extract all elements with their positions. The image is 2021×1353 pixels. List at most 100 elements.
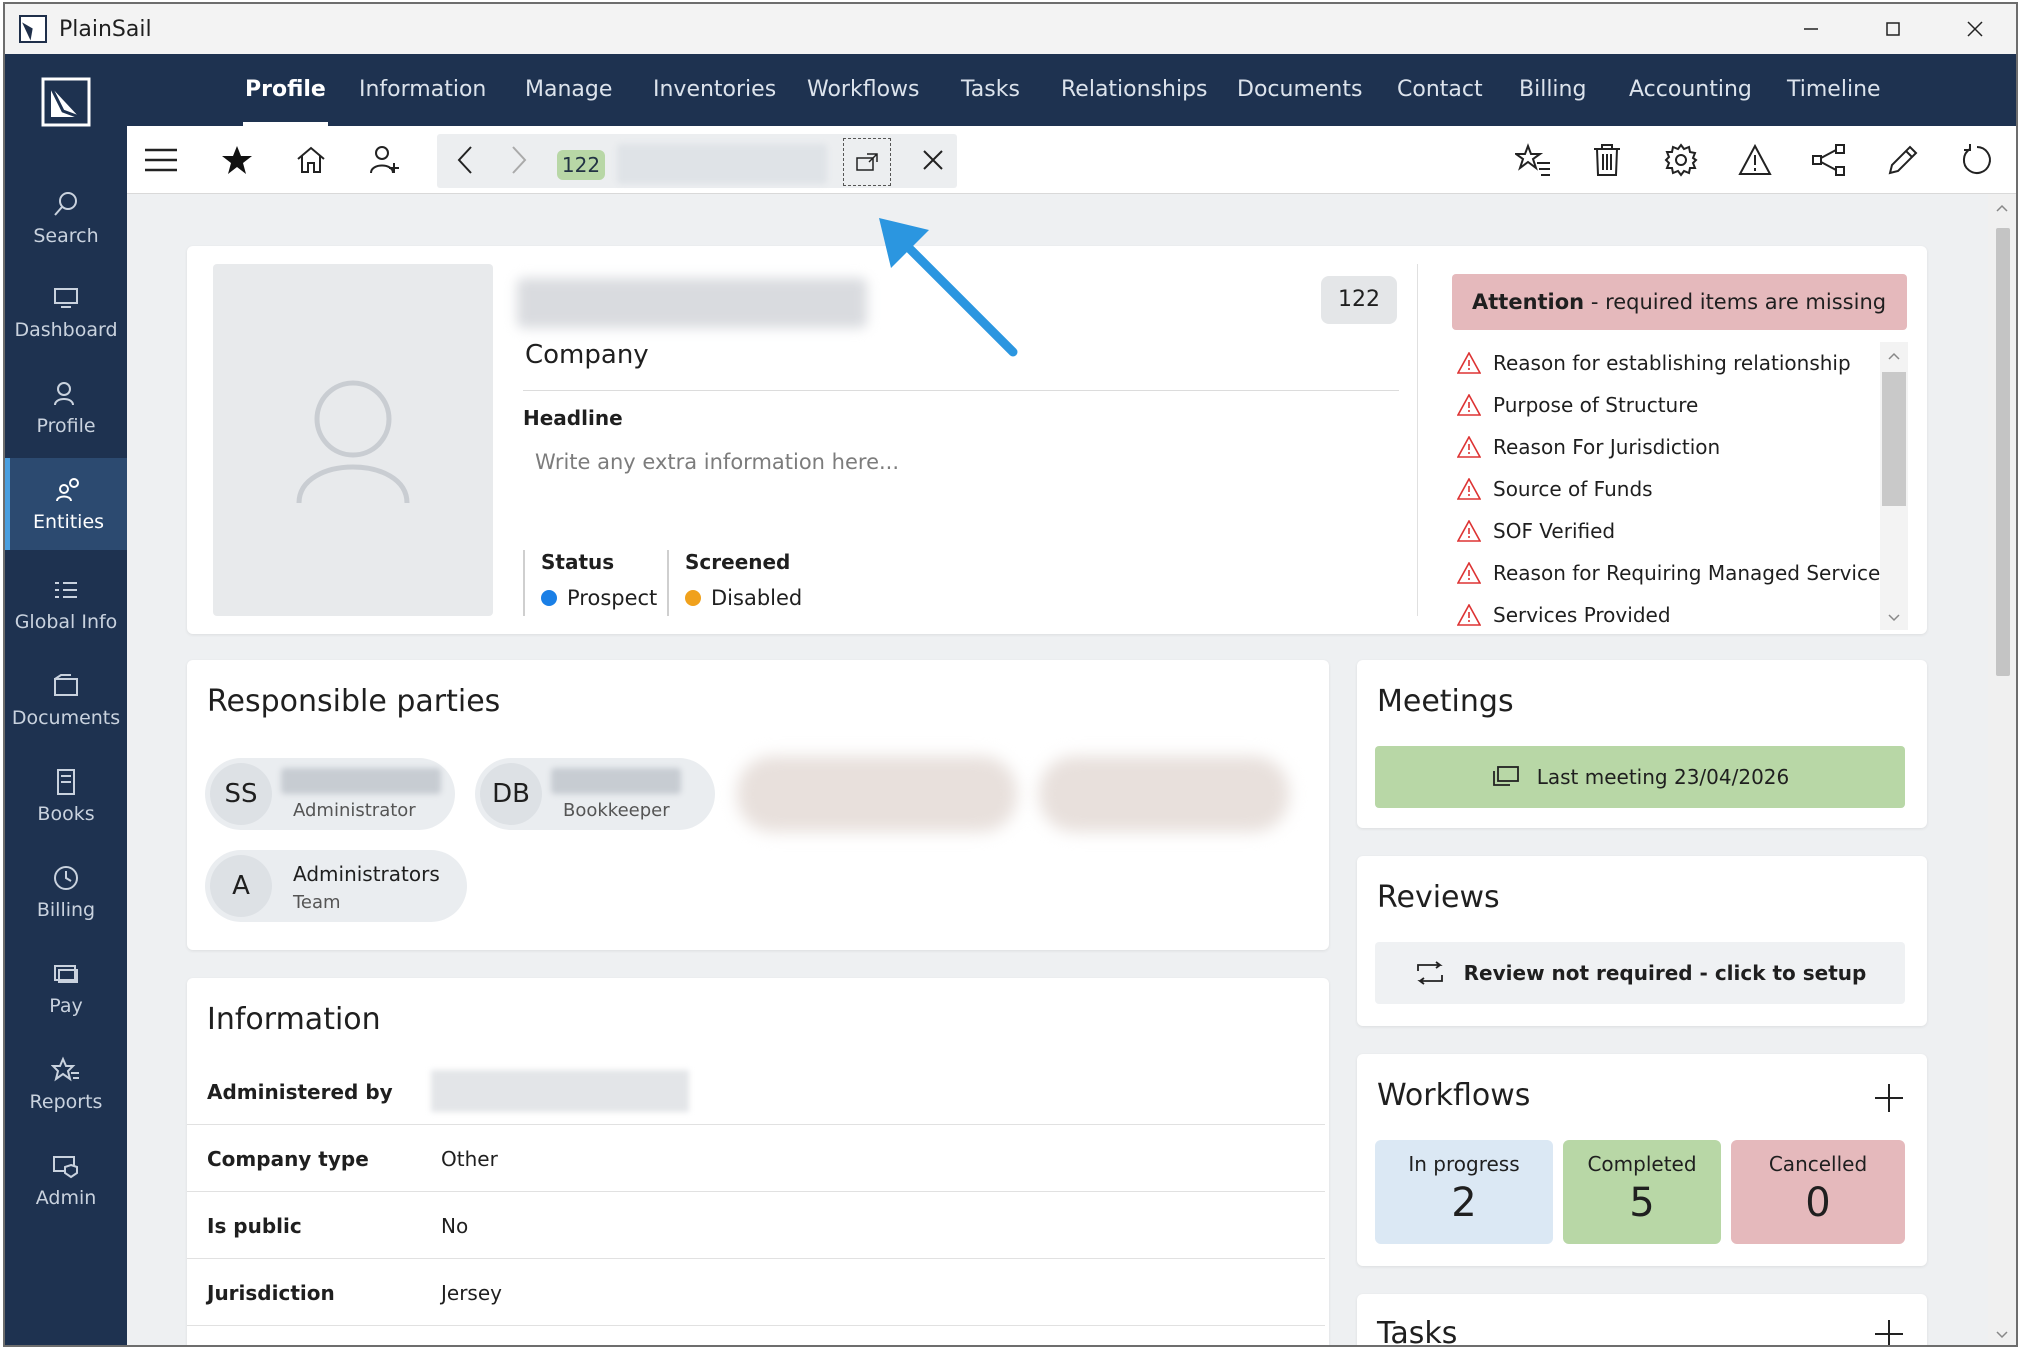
tab-tasks[interactable]: Tasks bbox=[961, 54, 1020, 126]
headline-label: Headline bbox=[523, 406, 623, 430]
window-close-button[interactable] bbox=[1934, 4, 2016, 54]
review-setup-button[interactable]: Review not required - click to setup bbox=[1375, 942, 1905, 1004]
minimize-button[interactable] bbox=[1770, 4, 1852, 54]
tab-contact[interactable]: Contact bbox=[1397, 54, 1483, 126]
brand-logo-icon[interactable] bbox=[5, 54, 127, 149]
entity-name-blurred bbox=[517, 278, 867, 328]
meetings-title: Meetings bbox=[1377, 684, 1514, 719]
back-button[interactable] bbox=[445, 140, 485, 180]
party-chip[interactable]: A Administrators Team bbox=[205, 850, 467, 922]
rail-item-search[interactable]: Search bbox=[5, 174, 127, 262]
info-row[interactable]: Jurisdiction Jersey bbox=[187, 1259, 1325, 1326]
repeat-icon bbox=[1416, 961, 1443, 985]
rail-item-documents[interactable]: Documents bbox=[5, 656, 127, 744]
tab-accounting[interactable]: Accounting bbox=[1629, 54, 1752, 126]
rail-item-pay[interactable]: Pay bbox=[5, 944, 127, 1032]
add-person-button[interactable] bbox=[365, 140, 405, 180]
info-row[interactable]: Administered by bbox=[187, 1058, 1325, 1125]
attention-text: - required items are missing bbox=[1584, 290, 1887, 314]
headline-input[interactable]: Write any extra information here... bbox=[535, 450, 899, 474]
home-button[interactable] bbox=[291, 140, 331, 180]
tab-workflows[interactable]: Workflows bbox=[807, 54, 919, 126]
avatar[interactable] bbox=[213, 264, 493, 616]
refresh-button[interactable] bbox=[1957, 140, 1997, 180]
workflow-completed[interactable]: Completed 5 bbox=[1563, 1140, 1721, 1244]
warning-button[interactable] bbox=[1735, 140, 1775, 180]
rail-label: Pay bbox=[49, 995, 83, 1017]
settings-button[interactable] bbox=[1661, 140, 1701, 180]
party-chip[interactable]: SS Administrator bbox=[205, 758, 455, 830]
rail-item-global-info[interactable]: Global Info bbox=[5, 560, 127, 648]
party-role: Bookkeeper bbox=[563, 800, 670, 821]
information-card: Information Administered by Company type… bbox=[187, 978, 1329, 1345]
missing-item[interactable]: Reason For Jurisdiction bbox=[1457, 426, 1877, 468]
delete-button[interactable] bbox=[1587, 140, 1627, 180]
rail-item-profile[interactable]: Profile bbox=[5, 364, 127, 452]
tab-information[interactable]: Information bbox=[359, 54, 486, 126]
party-role: Administrator bbox=[293, 800, 416, 821]
missing-list-scrollbar[interactable] bbox=[1880, 342, 1908, 630]
missing-item[interactable]: Source of Funds bbox=[1457, 468, 1877, 510]
screened-block[interactable]: Screened Disabled bbox=[667, 550, 802, 616]
share-button[interactable] bbox=[1809, 140, 1849, 180]
books-icon bbox=[57, 769, 75, 795]
missing-item[interactable]: Reason for establishing relationship bbox=[1457, 342, 1877, 384]
party-chip-blurred[interactable] bbox=[1039, 756, 1289, 832]
rail-item-reports[interactable]: Reports bbox=[5, 1040, 127, 1128]
add-task-icon[interactable] bbox=[1873, 1318, 1905, 1347]
attention-title: Attention bbox=[1472, 290, 1585, 314]
rail-item-admin[interactable]: Admin bbox=[5, 1136, 127, 1224]
menu-button[interactable] bbox=[141, 140, 181, 180]
warning-icon bbox=[1457, 562, 1481, 584]
missing-item[interactable]: SOF Verified bbox=[1457, 510, 1877, 552]
last-meeting-button[interactable]: Last meeting 23/04/2026 bbox=[1375, 746, 1905, 808]
back-icon bbox=[457, 146, 472, 174]
tab-inventories[interactable]: Inventories bbox=[653, 54, 776, 126]
close-record-button[interactable] bbox=[913, 140, 953, 180]
missing-item[interactable]: Services Provided bbox=[1457, 594, 1877, 636]
workflow-cancelled[interactable]: Cancelled 0 bbox=[1731, 1140, 1905, 1244]
tab-timeline[interactable]: Timeline bbox=[1787, 54, 1881, 126]
tab-manage[interactable]: Manage bbox=[525, 54, 612, 126]
workflow-in-progress[interactable]: In progress 2 bbox=[1375, 1140, 1553, 1244]
tab-profile[interactable]: Profile bbox=[243, 54, 328, 126]
info-row[interactable]: Company type Other bbox=[187, 1125, 1325, 1192]
workflows-title: Workflows bbox=[1377, 1078, 1531, 1113]
rail-label: Admin bbox=[35, 1187, 97, 1209]
forward-button[interactable] bbox=[499, 140, 539, 180]
delete-icon bbox=[1594, 144, 1620, 176]
entity-id-chip: 122 bbox=[1321, 276, 1397, 324]
tab-relationships[interactable]: Relationships bbox=[1061, 54, 1208, 126]
tab-documents[interactable]: Documents bbox=[1237, 54, 1362, 126]
missing-item[interactable]: Reason for Requiring Managed Services bbox=[1457, 552, 1891, 594]
maximize-icon bbox=[1886, 22, 1900, 36]
rail-label: Search bbox=[33, 225, 99, 247]
rail-item-dashboard[interactable]: Dashboard bbox=[5, 268, 127, 356]
rail-item-books[interactable]: Books bbox=[5, 752, 127, 840]
tab-billing[interactable]: Billing bbox=[1519, 54, 1586, 126]
info-row[interactable]: Is public No bbox=[187, 1192, 1325, 1259]
maximize-button[interactable] bbox=[1852, 4, 1934, 54]
rail-item-billing[interactable]: Billing bbox=[5, 848, 127, 936]
tasks-title: Tasks bbox=[1377, 1316, 1458, 1347]
open-new-window-button[interactable] bbox=[843, 138, 891, 186]
favorite-button[interactable] bbox=[217, 140, 257, 180]
warning-icon bbox=[1457, 478, 1481, 500]
rail-item-entities[interactable]: Entities bbox=[5, 458, 127, 550]
edit-button[interactable] bbox=[1883, 140, 1923, 180]
open-new-window-icon bbox=[856, 153, 878, 171]
party-chip[interactable]: DB Bookkeeper bbox=[475, 758, 715, 830]
annotation-arrow-icon bbox=[879, 218, 1018, 357]
info-key: Is public bbox=[207, 1214, 302, 1238]
add-workflow-icon[interactable] bbox=[1873, 1082, 1905, 1114]
scroll-thumb[interactable] bbox=[1996, 228, 2010, 676]
scroll-thumb[interactable] bbox=[1882, 372, 1906, 506]
status-block[interactable]: Status Prospect bbox=[523, 550, 657, 616]
app-window: PlainSail Search Dashboard Profile Entit… bbox=[3, 2, 2018, 1347]
info-value: Jersey bbox=[441, 1281, 502, 1305]
page-scrollbar[interactable] bbox=[1988, 194, 2016, 1345]
party-chip-blurred[interactable] bbox=[737, 756, 1017, 832]
watchlist-button[interactable] bbox=[1513, 140, 1553, 180]
missing-item[interactable]: Purpose of Structure bbox=[1457, 384, 1877, 426]
window-close-icon bbox=[1967, 21, 1983, 37]
